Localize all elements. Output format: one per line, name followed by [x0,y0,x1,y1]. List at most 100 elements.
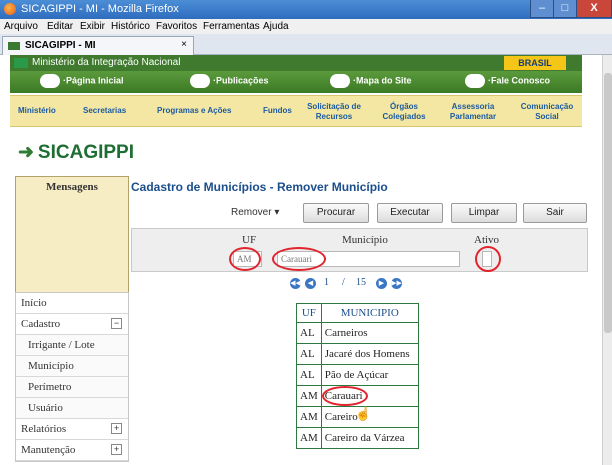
cell-uf: AL [296,343,322,365]
expand-icon[interactable]: + [111,423,122,434]
section-nav: Ministério Secretarias Programas e Ações… [10,95,582,127]
tab-label: SICAGIPPI - MI [25,40,96,51]
menu-exibir[interactable]: Exibir [80,21,105,32]
menu-editar[interactable]: Editar [47,21,73,32]
cell-municipio[interactable]: Careiro da Várzea [320,427,419,449]
nav-solicitacao-recursos[interactable]: Solicitação de Recursos [304,102,364,122]
dropdown-arrow-icon: ▾ [274,207,280,218]
menu-ajuda[interactable]: Ajuda [263,21,289,32]
top-nav: ·Página Inicial ·Publicações ·Mapa do Si… [10,71,582,93]
table-row[interactable]: AL Carneiros [296,322,419,344]
annotation-circle [272,247,326,271]
table-row[interactable]: AL Jacaré dos Homens [296,343,419,365]
window-titlebar: SICAGIPPI - MI - Mozilla Firefox – □ X [0,0,612,19]
nav-pagina-inicial[interactable]: ·Página Inicial [40,74,124,88]
menu-item-irrigante-lote[interactable]: Irrigante / Lote [16,335,128,356]
window-title: SICAGIPPI - MI - Mozilla Firefox [21,3,179,15]
maximize-button[interactable]: □ [553,0,577,18]
nav-secretarias[interactable]: Secretarias [83,106,126,116]
scrollbar-thumb[interactable] [604,73,612,333]
action-toolbar: Remover ▾ Procurar Executar Limpar Sair [131,203,587,227]
expand-icon[interactable]: + [111,444,122,455]
table-header-row: UF MUNICIPIO [296,303,419,323]
book-icon [190,74,210,88]
nav-programas-acoes[interactable]: Programas e Ações [157,106,231,116]
menu-bar: Arquivo Editar Exibir Histórico Favorito… [0,19,612,34]
mail-icon [465,74,485,88]
minimize-button[interactable]: – [530,0,554,18]
site-favicon [8,42,20,50]
nav-publicacoes[interactable]: ·Publicações [190,74,269,88]
page-separator: / [342,277,345,288]
action-select[interactable]: Remover ▾ [231,207,279,218]
home-icon [40,74,60,88]
menu-item-manutencao[interactable]: Manutenção + [16,440,128,461]
page-viewport: Ministério da Integração Nacional BRASIL… [0,55,602,465]
government-bar: Ministério da Integração Nacional BRASIL [10,55,582,71]
current-page: 1 [324,277,329,288]
last-page-icon[interactable]: ▶▶ [391,278,402,289]
close-tab-icon[interactable]: × [181,39,187,50]
menu-arquivo[interactable]: Arquivo [4,21,38,32]
cell-municipio[interactable]: Pão de Açúcar [320,364,419,386]
menu-item-municipio[interactable]: Município [16,356,128,377]
brazil-flag-icon [14,58,28,68]
cell-municipio[interactable]: Carneiros [320,322,419,344]
hand-cursor-icon: ☝ [355,406,372,421]
cell-municipio[interactable]: Carauari [320,385,419,407]
cell-uf: AM [296,427,322,449]
nav-ministerio[interactable]: Ministério [18,106,56,116]
menu-item-perimetro[interactable]: Perímetro [16,377,128,398]
annotation-circle [475,246,501,272]
cell-municipio[interactable]: Jacaré dos Homens [320,343,419,365]
cell-uf: AL [296,364,322,386]
prev-page-icon[interactable]: ◀ [305,278,316,289]
cell-uf: AM [296,385,322,407]
menu-item-inicio[interactable]: Início [16,293,128,314]
executar-button[interactable]: Executar [377,203,443,223]
brasil-logo: BRASIL [504,56,566,70]
map-icon [330,74,350,88]
menu-favoritos[interactable]: Favoritos [156,21,197,32]
limpar-button[interactable]: Limpar [451,203,517,223]
nav-fundos[interactable]: Fundos [263,106,292,116]
total-pages: 15 [356,277,366,288]
municipio-label: Município [342,234,388,246]
nav-mapa-do-site[interactable]: ·Mapa do Site [330,74,412,88]
menu-historico[interactable]: Histórico [111,21,150,32]
brand-arrow-icon: ➜ [18,142,34,163]
next-page-icon[interactable]: ▶ [376,278,387,289]
sair-button[interactable]: Sair [523,203,587,223]
cell-uf: AL [296,322,322,344]
table-row[interactable]: AM Careiro da Várzea [296,427,419,449]
menu-item-relatorios[interactable]: Relatórios + [16,419,128,440]
ativo-label: Ativo [474,234,500,246]
nav-fale-conosco[interactable]: ·Fale Conosco [465,74,550,88]
menu-item-cadastro[interactable]: Cadastro − [16,314,128,335]
vertical-scrollbar[interactable] [602,55,612,465]
first-page-icon[interactable]: ◀◀ [290,278,301,289]
nav-comunicacao-social[interactable]: Comunicação Social [516,102,578,122]
ministry-link[interactable]: Ministério da Integração Nacional [32,57,180,68]
menu-ferramentas[interactable]: Ferramentas [203,21,260,32]
col-municipio[interactable]: MUNICIPIO [320,303,419,323]
page-title: Cadastro de Municípios - Remover Municíp… [131,180,388,194]
nav-orgaos-colegiados[interactable]: Órgãos Colegiados [378,102,430,122]
tab-bar: SICAGIPPI - MI × [0,34,612,55]
collapse-icon[interactable]: − [111,318,122,329]
cell-uf: AM [296,406,322,428]
table-row[interactable]: AL Pão de Açúcar [296,364,419,386]
results-table: UF MUNICIPIO AL Carneiros AL Jacaré dos Ho… [296,303,419,449]
close-window-button[interactable]: X [576,0,612,18]
menu-item-usuario[interactable]: Usuário [16,398,128,419]
messages-panel: Mensagens [15,176,129,297]
col-uf[interactable]: UF [296,303,322,323]
messages-title: Mensagens [46,181,98,193]
tab-sicagippi[interactable]: SICAGIPPI - MI × [2,36,194,55]
nav-assessoria-parlamentar[interactable]: Assessoria Parlamentar [444,102,502,122]
app-name: SICAGIPPI [37,142,134,163]
annotation-circle [321,386,368,406]
procurar-button[interactable]: Procurar [303,203,369,223]
side-menu: Início Cadastro − Irrigante / Lote Municí… [15,292,129,462]
table-row[interactable]: AM Carauari [296,385,419,407]
